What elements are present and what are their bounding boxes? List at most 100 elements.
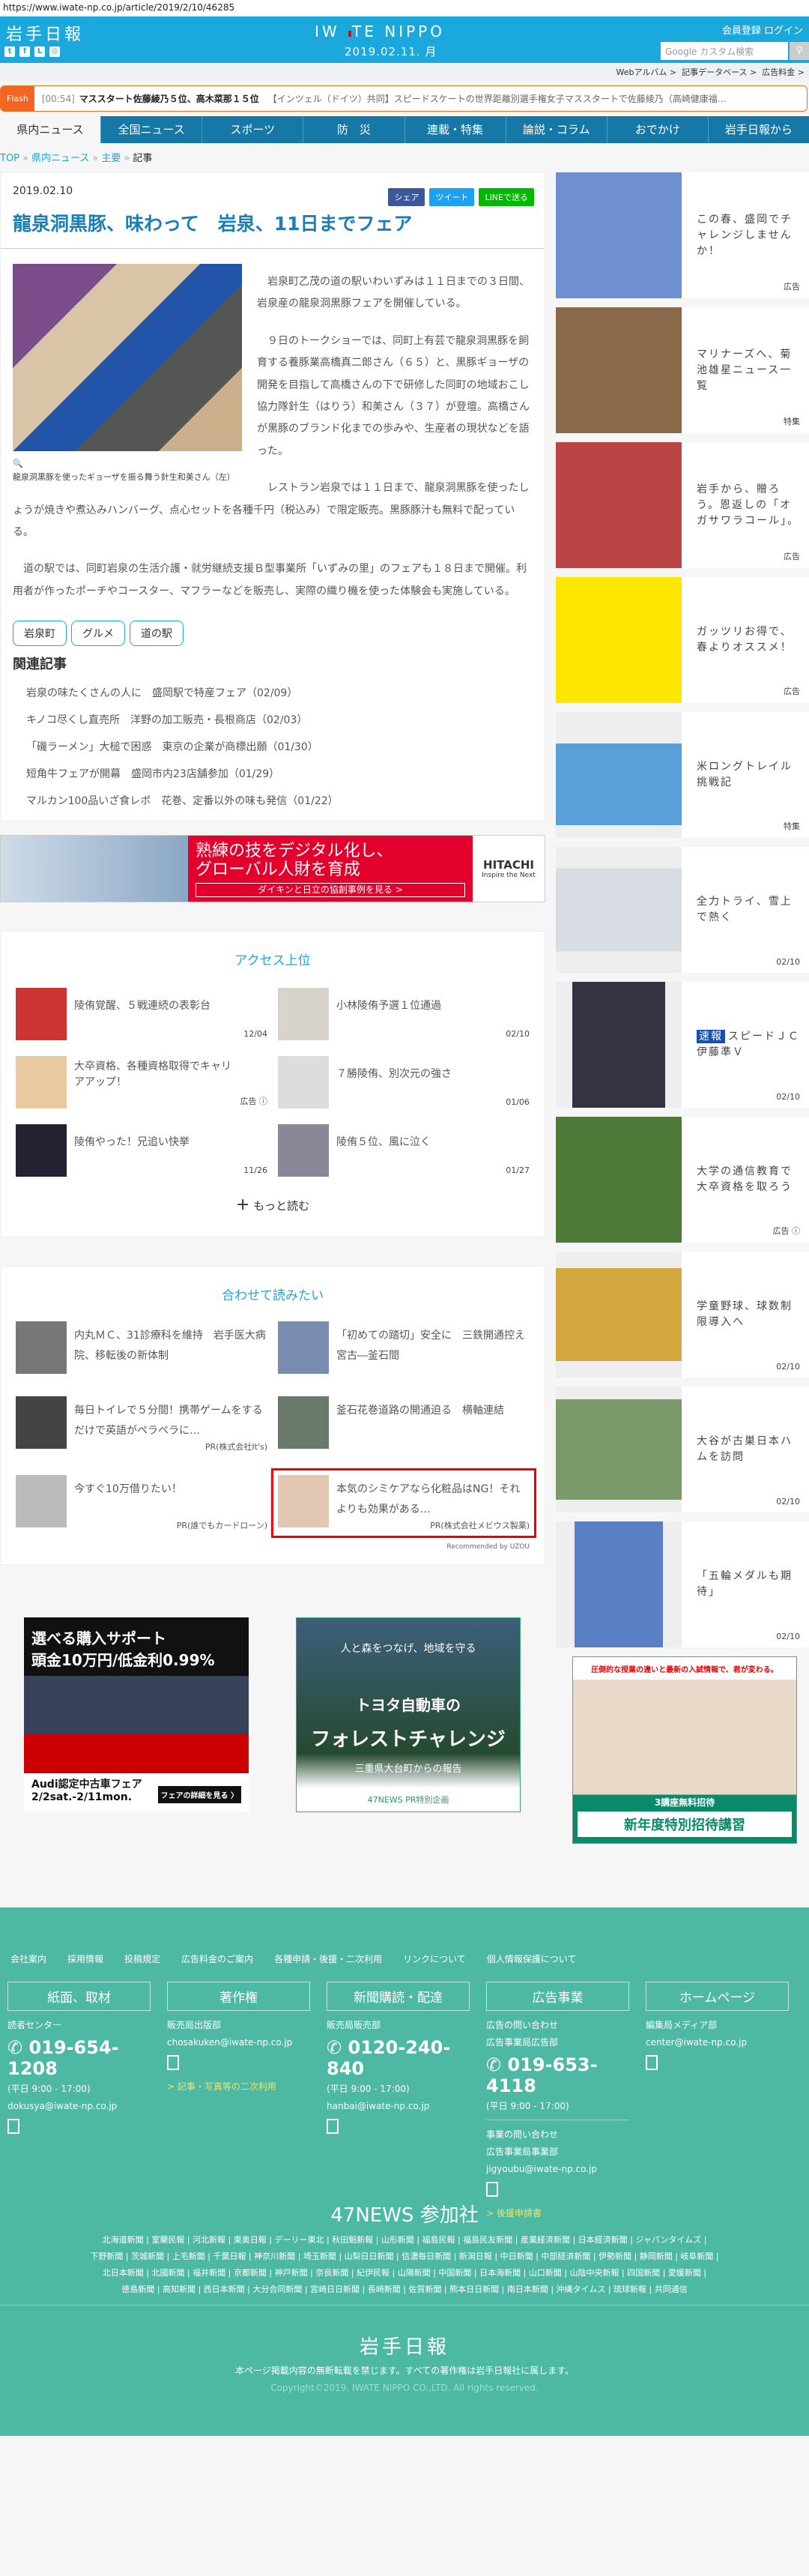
instagram-icon[interactable]: ◎ [49, 46, 60, 57]
recommended-by[interactable]: Recommended by UZOU [16, 1543, 530, 1554]
flash-ticker[interactable]: Flash [00:54] マススタート佐藤綾乃５位、高木菜那１５位 【インツェ… [0, 85, 808, 112]
email[interactable]: chosakuken@iwate-np.co.jp [167, 2037, 310, 2048]
mail-icon[interactable] [646, 2055, 658, 2070]
email[interactable]: hanbai@iwate-np.co.jp [327, 2101, 470, 2111]
tag[interactable]: 道の駅 [130, 621, 184, 647]
ranking-item[interactable]: 小林陵侑予選１位通過 02/10 [278, 988, 530, 1040]
twitter-icon[interactable]: t [4, 46, 15, 57]
footer-link[interactable]: 採用情報 [67, 1952, 103, 1965]
ad-footer: Audi認定中古車フェア 2/2sat.-2/11mon. [31, 1776, 142, 1803]
line-share-button[interactable]: LINEで送る [479, 188, 534, 206]
recommend-item-highlighted[interactable]: 本気のシミケアなら化粧品はNG！それよりも効果がある… PR(株式会社メビウス製薬… [271, 1468, 536, 1539]
member-line[interactable]: 北日本新聞 | 北國新聞 | 福井新聞 | 京都新聞 | 神戸新聞 | 奈良新聞… [7, 2265, 802, 2281]
article-photo[interactable]: 🔍 龍泉洞黒豚を使ったギョーザを振る舞う針生和美さん（左） [13, 264, 242, 483]
related-link[interactable]: キノコ尽くし直売所 洋野の加工販売・長根商店（02/03） [26, 712, 533, 727]
sidebar-item[interactable]: この春、盛岡でチャレンジしませんか！ 広告 [556, 172, 809, 298]
breadcrumb-local[interactable]: 県内ニュース [31, 153, 89, 164]
nav-series[interactable]: 連載・特集 [404, 116, 506, 143]
web-album-link[interactable]: Webアルバム > [616, 67, 677, 77]
mail-icon[interactable] [486, 2182, 498, 2197]
secondary-use-link[interactable]: > 記事・写真等の二次利用 [167, 2080, 310, 2093]
ranking-item[interactable]: 大卒資格、各種資格取得でキャリアアップ！ 広告 ⓘ [16, 1056, 267, 1108]
recommend-item[interactable]: 毎日トイレで５分間！携帯ゲームをするだけで英語がペラペラに… PR(株式会社It'… [16, 1396, 267, 1453]
breadcrumb-main[interactable]: 主要 [101, 153, 121, 164]
site-logo[interactable]: 岩手日報 [6, 21, 84, 45]
nav-disaster[interactable]: 防 災 [303, 116, 404, 143]
sidebar-item[interactable]: マリナーズへ、菊池雄星ニュース一覧 特集 [556, 307, 809, 433]
breadcrumb-top[interactable]: TOP [0, 153, 19, 164]
mail-icon[interactable] [7, 2119, 19, 2134]
mail-icon[interactable] [167, 2055, 179, 2070]
sidebar-item[interactable]: 岩手から、贈ろう。恩返しの「オガサワラコール」。 広告 [556, 442, 809, 568]
sub-nav: Webアルバム > 記事データベース > 広告料金 > [0, 63, 809, 81]
login-link[interactable]: ログイン [764, 25, 803, 37]
sidebar-item[interactable]: 大学の通信教育で大卒資格を取ろう 広告 ⓘ [556, 1117, 809, 1243]
line-icon[interactable]: L [34, 46, 45, 57]
member-line[interactable]: 徳島新聞 | 高知新聞 | 西日本新聞 | 大分合同新聞 | 宮崎日日新聞 | … [7, 2281, 802, 2298]
cram-school-ad[interactable]: 圧倒的な授業の違いと最新の入試情報で、君が変わる。 3講座無料招待 新年度特別招… [572, 1656, 797, 1844]
phone[interactable]: ✆ 019-654-1208 [7, 2037, 151, 2079]
ranking-item[interactable]: 陵侑やった！兄追い快挙 11/26 [16, 1124, 267, 1177]
sidebar-item[interactable]: ガッツリお得で、春よりオススメ！ 広告 [556, 577, 809, 703]
phone[interactable]: ✆ 0120-240-840 [327, 2037, 470, 2079]
nav-local-news[interactable]: 県内ニュース [0, 116, 101, 143]
email[interactable]: center@iwate-np.co.jp [646, 2037, 789, 2048]
ranking-item[interactable]: 陵侑覚醒、５戦連続の表彰台 12/04 [16, 988, 267, 1040]
sidebar-item[interactable]: 大谷が古巣日本ハムを訪問 02/10 [556, 1387, 809, 1512]
recommend-item[interactable]: 釜石花巻道路の開通迫る 横軸連結 [278, 1396, 530, 1453]
zoom-icon[interactable]: 🔍 [13, 459, 23, 468]
sidebar-item[interactable]: 「五輪メダルも期待」 02/10 [556, 1521, 809, 1647]
item-meta: 02/10 [776, 1092, 800, 1102]
recommend-item[interactable]: 内丸ＭＣ、31診療科を維持 岩手医大病院、移転後の新体制 [16, 1321, 267, 1374]
email[interactable]: dokusya@iwate-np.co.jp [7, 2101, 151, 2111]
audi-ad[interactable]: 選べる購入サポート 頭金10万円/低金利0.99% Audi認定中古車フェア 2/… [24, 1617, 249, 1813]
ad-cta-button[interactable]: ダイキンと日立の協創事例を見る > [196, 882, 465, 898]
footer-link[interactable]: 個人情報保護について [487, 1952, 577, 1965]
url-bar[interactable]: https://www.iwate-np.co.jp/article/2019/… [0, 0, 809, 16]
read-more-button[interactable]: + もっと読む [16, 1195, 530, 1214]
footer-link[interactable]: 投稿規定 [124, 1952, 160, 1965]
tag[interactable]: グルメ [71, 621, 125, 647]
nav-national-news[interactable]: 全国ニュース [100, 116, 202, 143]
nav-editorial[interactable]: 論説・コラム [505, 116, 607, 143]
member-line[interactable]: 北海道新聞 | 室蘭民報 | 河北新報 | 東奥日報 | デーリー東北 | 秋田… [7, 2232, 802, 2248]
flash-headline[interactable]: マススタート佐藤綾乃５位、高木菜那１５位 [79, 92, 259, 105]
recommend-item[interactable]: 「初めての踏切」安全に 三鉄開通控え宮古―釜石間 [278, 1321, 530, 1374]
article-image[interactable] [13, 264, 242, 451]
footer-link[interactable]: 会社案内 [10, 1952, 46, 1965]
member-line[interactable]: 下野新聞 | 茨城新聞 | 上毛新聞 | 千葉日報 | 神奈川新聞 | 埼玉新聞… [7, 2248, 802, 2265]
tag[interactable]: 岩泉町 [13, 621, 67, 647]
sidebar-item[interactable]: 全力トライ、雪上で熱く 02/10 [556, 847, 809, 973]
facebook-icon[interactable]: f [19, 46, 30, 57]
search-input[interactable]: Google カスタム検索 [661, 42, 788, 60]
nav-from-iwate-nippo[interactable]: 岩手日報から [707, 116, 809, 143]
footer-link[interactable]: 各種申請・後援・二次利用 [274, 1952, 382, 1965]
ad-logo: HITACHI Inspire the Next [473, 836, 545, 902]
ad-cta-button[interactable]: フェアの詳細を見る 〉 [157, 1786, 241, 1804]
search-icon[interactable]: ⚲ [790, 42, 809, 60]
recommend-item[interactable]: 今すぐ10万借りたい！ PR(誰でもカードローン) [16, 1475, 267, 1531]
facebook-share-button[interactable]: シェア [388, 188, 425, 206]
sidebar-item[interactable]: 学童野球、球数制限導入へ 02/10 [556, 1252, 809, 1378]
email[interactable]: jigyoubu@iwate-np.co.jp [486, 2164, 629, 2174]
article-database-link[interactable]: 記事データベース > [682, 67, 757, 77]
ranking-item[interactable]: ７勝陵侑、別次元の強さ 01/06 [278, 1056, 530, 1108]
related-link[interactable]: 「磯ラーメン」大槌で困惑 東京の企業が商標出願（01/30） [26, 739, 533, 754]
phone[interactable]: ✆ 019-653-4118 [486, 2054, 629, 2096]
related-link[interactable]: マルカン100品いざ食レポ 花巻、定番以外の味も発信（01/22） [26, 793, 533, 808]
sidebar-item[interactable]: 速報 スピードＪＣ伊藤準Ｖ 02/10 [556, 982, 809, 1108]
related-link[interactable]: 短角牛フェアが開幕 盛岡市内23店舗参加（01/29） [26, 766, 533, 781]
ranking-item[interactable]: 陵侑５位、風に泣く 01/27 [278, 1124, 530, 1177]
toyota-ad[interactable]: 人と森をつなげ、地域を守る トヨタ自動車の フォレストチャレンジ 三重県大台町か… [296, 1617, 521, 1813]
nav-sports[interactable]: スポーツ [202, 116, 303, 143]
mail-icon[interactable] [327, 2119, 339, 2134]
related-link[interactable]: 岩泉の味たくさんの人に 盛岡駅で特産フェア（02/09） [26, 685, 533, 700]
footer-link[interactable]: リンクについて [403, 1952, 466, 1965]
sidebar-item[interactable]: 米ロングトレイル挑戦記 特集 [556, 712, 809, 838]
tweet-button[interactable]: ツイート [429, 188, 475, 206]
hitachi-banner-ad[interactable]: 熟練の技をデジタル化し、 グローバル人財を育成 ダイキンと日立の協創事例を見る … [0, 835, 545, 902]
nav-outing[interactable]: おでかけ [606, 116, 708, 143]
footer-link[interactable]: 広告料金のご案内 [181, 1952, 253, 1965]
ad-rates-link[interactable]: 広告料金 > [762, 67, 805, 77]
register-link[interactable]: 会員登録 [722, 25, 761, 37]
